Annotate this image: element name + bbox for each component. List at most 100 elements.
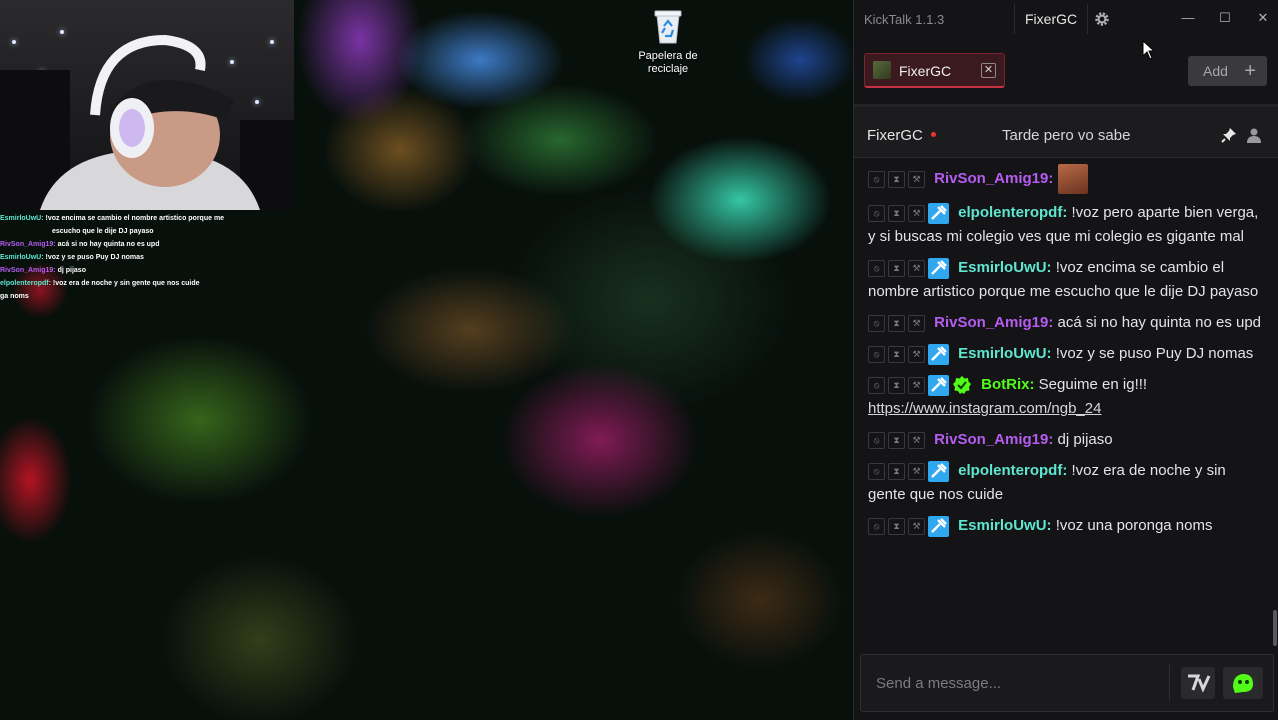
channel-tab-bar: FixerGC ✕ Add + (854, 38, 1278, 104)
ban-hammer-icon[interactable]: ⚒ (908, 314, 925, 332)
user-icon[interactable] (1246, 127, 1262, 143)
message-username[interactable]: BotRix: (981, 376, 1034, 393)
message-username[interactable]: RivSon_Amig19: (934, 170, 1053, 187)
moderator-badge-icon (928, 515, 949, 537)
ban-hammer-icon[interactable]: ⚒ (908, 462, 925, 480)
channel-header: FixerGC Tarde pero vo sabe (854, 104, 1278, 158)
ban-hammer-icon[interactable]: ⚒ (908, 431, 925, 449)
recycle-bin-shortcut[interactable]: Papelera de reciclaje (633, 6, 703, 76)
recycle-bin-icon (648, 6, 688, 46)
channel-name: FixerGC (867, 127, 923, 144)
moderator-badge-icon (928, 257, 949, 279)
hourglass-icon[interactable]: ⧗ (888, 259, 905, 277)
overlay-chat-line: EsmirloUwU: !voz y se puso Puy DJ nomas (0, 254, 144, 261)
message-text: dj pijaso (1057, 431, 1113, 449)
message-text: Seguime en ig!!! (1038, 376, 1148, 394)
chat-scrollbar[interactable] (1273, 610, 1277, 646)
ban-hammer-icon[interactable]: ⚒ (908, 204, 925, 222)
message-input[interactable] (861, 655, 1166, 711)
timeout-icon[interactable]: ⦸ (868, 345, 885, 363)
hourglass-icon[interactable]: ⧗ (888, 345, 905, 363)
message-text: !voz una poronga noms (1055, 517, 1213, 535)
add-channel-label: Add (1203, 63, 1228, 79)
chat-message: ⦸ ⧗ ⚒ RivSon_Amig19: (868, 164, 1265, 194)
timeout-icon[interactable]: ⦸ (868, 170, 885, 188)
moderator-badge-icon (928, 202, 949, 224)
tab-label: FixerGC (899, 63, 952, 79)
chat-message: ⦸ ⧗ ⚒ BotRix: Seguime en ig!!! https://www… (868, 373, 1265, 421)
maximize-button[interactable]: ☐ (1217, 10, 1233, 26)
pin-icon[interactable] (1221, 127, 1237, 143)
ban-hammer-icon[interactable]: ⚒ (908, 259, 925, 277)
ban-hammer-icon[interactable]: ⚒ (908, 376, 925, 394)
hourglass-icon[interactable]: ⧗ (888, 376, 905, 394)
overlay-chat-line: EsmirloUwU: !voz encima se cambio el nom… (0, 215, 225, 222)
chat-message: ⦸ ⧗ ⚒ EsmirloUwU: !voz una poronga noms (868, 514, 1265, 538)
moderator-badge-icon (928, 460, 949, 482)
timeout-icon[interactable]: ⦸ (868, 431, 885, 449)
hourglass-icon[interactable]: ⧗ (888, 431, 905, 449)
live-indicator (931, 132, 936, 137)
message-composer (860, 654, 1274, 712)
composer-divider (1169, 665, 1170, 701)
timeout-icon[interactable]: ⦸ (868, 517, 885, 535)
hourglass-icon[interactable]: ⧗ (888, 314, 905, 332)
moderator-badge-icon (928, 374, 949, 396)
title-bar[interactable]: KickTalk 1.1.3 FixerGC — ☐ ✕ (854, 0, 1278, 38)
hourglass-icon[interactable]: ⧗ (888, 462, 905, 480)
message-username[interactable]: EsmirloUwU: (958, 517, 1051, 534)
app-title: KickTalk 1.1.3 (864, 12, 945, 27)
timeout-icon[interactable]: ⦸ (868, 314, 885, 332)
chat-message-list[interactable]: ⦸ ⧗ ⚒ RivSon_Amig19: ⦸ ⧗ ⚒ elpolenteropdf: !… (854, 158, 1278, 648)
add-channel-button[interactable]: Add + (1188, 56, 1267, 86)
overlay-chat-line: RivSon_Amig19: dj pijaso (0, 267, 86, 274)
hourglass-icon[interactable]: ⧗ (888, 170, 905, 188)
message-text: !voz y se puso Puy DJ nomas (1055, 345, 1254, 363)
moderator-badge-icon (928, 343, 949, 365)
stream-title: Tarde pero vo sabe (1002, 127, 1131, 144)
recycle-bin-label: Papelera de reciclaje (638, 50, 698, 75)
chat-message: ⦸ ⧗ ⚒ EsmirloUwU: !voz y se puso Puy DJ no… (868, 342, 1265, 366)
channel-avatar (873, 61, 891, 79)
minimize-button[interactable]: — (1180, 10, 1196, 26)
chat-message: ⦸ ⧗ ⚒ elpolenteropdf: !voz era de noche y … (868, 459, 1265, 507)
overlay-chat-line-cont: escucho que le dije DJ payaso (52, 228, 154, 235)
chat-message: ⦸ ⧗ ⚒ RivSon_Amig19: acá si no hay quinta … (868, 311, 1265, 335)
tab-close-button[interactable]: ✕ (981, 63, 996, 78)
message-username[interactable]: RivSon_Amig19: (934, 431, 1053, 448)
message-emote[interactable] (1057, 164, 1088, 194)
kick-emote-icon[interactable] (1223, 667, 1263, 699)
message-username[interactable]: RivSon_Amig19: (934, 314, 1053, 331)
message-username[interactable]: elpolenteropdf: (958, 204, 1067, 221)
chat-message: ⦸ ⧗ ⚒ RivSon_Amig19: dj pijaso (868, 428, 1265, 452)
gear-icon[interactable] (1094, 11, 1110, 27)
message-username[interactable]: EsmirloUwU: (958, 259, 1051, 276)
plus-icon: + (1244, 60, 1256, 82)
overlay-chat-line: ga noms (0, 293, 29, 300)
timeout-icon[interactable]: ⦸ (868, 376, 885, 394)
current-user-button[interactable]: FixerGC (1014, 4, 1089, 34)
kicktalk-window: KickTalk 1.1.3 FixerGC — ☐ ✕ FixerGC ✕ A… (853, 0, 1278, 720)
hourglass-icon[interactable]: ⧗ (888, 517, 905, 535)
close-window-button[interactable]: ✕ (1255, 10, 1271, 26)
overlay-chat-line: elpolenteropdf: !voz era de noche y sin … (0, 280, 200, 287)
timeout-icon[interactable]: ⦸ (868, 204, 885, 222)
verified-badge-icon (952, 375, 972, 395)
ban-hammer-icon[interactable]: ⚒ (908, 170, 925, 188)
ban-hammer-icon[interactable]: ⚒ (908, 345, 925, 363)
message-text: acá si no hay quinta no es upd (1057, 314, 1262, 332)
chat-message: ⦸ ⧗ ⚒ elpolenteropdf: !voz pero aparte bie… (868, 201, 1265, 249)
message-username[interactable]: elpolenteropdf: (958, 462, 1067, 479)
message-username[interactable]: EsmirloUwU: (958, 345, 1051, 362)
timeout-icon[interactable]: ⦸ (868, 462, 885, 480)
mouse-cursor-icon (1142, 39, 1156, 60)
hourglass-icon[interactable]: ⧗ (888, 204, 905, 222)
timeout-icon[interactable]: ⦸ (868, 259, 885, 277)
tab-fixergc[interactable]: FixerGC ✕ (864, 53, 1005, 88)
overlay-chat-line: RivSon_Amig19: acá si no hay quinta no e… (0, 241, 160, 248)
7tv-emotes-icon[interactable] (1181, 667, 1215, 699)
message-link[interactable]: https://www.instagram.com/ngb_24 (868, 400, 1101, 417)
ban-hammer-icon[interactable]: ⚒ (908, 517, 925, 535)
stream-chat-overlay: EsmirloUwU: !voz encima se cambio el nom… (0, 212, 230, 303)
chat-message: ⦸ ⧗ ⚒ EsmirloUwU: !voz encima se cambio el… (868, 256, 1265, 304)
